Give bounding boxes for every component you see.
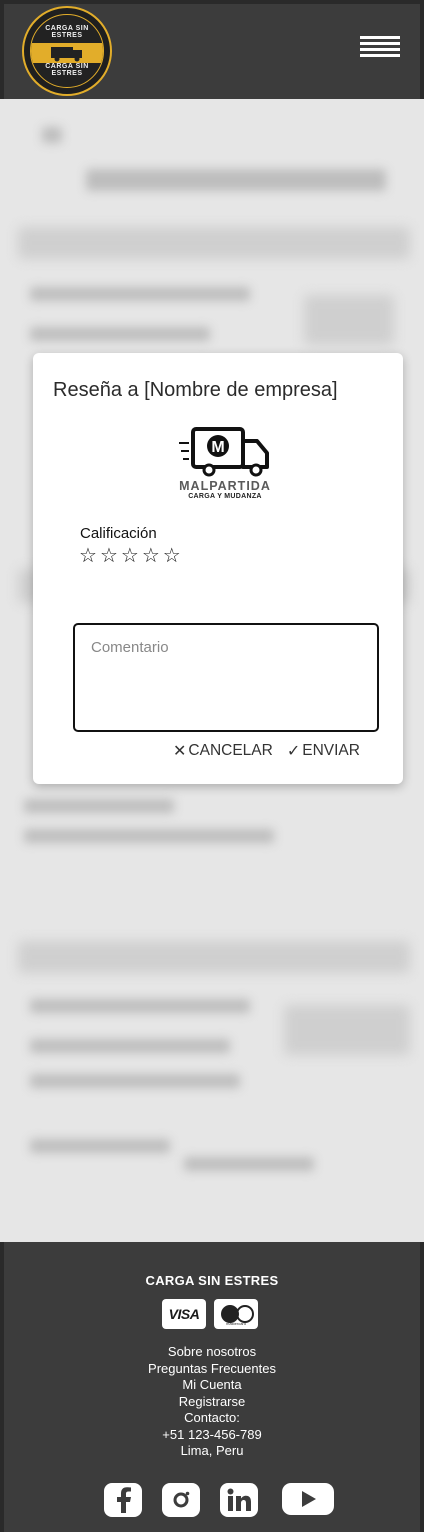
footer-link-register[interactable]: Registrarse <box>4 1394 420 1411</box>
svg-text:M: M <box>211 439 224 456</box>
page-footer: CARGA SIN ESTRES VISA mastercard Sobre n… <box>0 1242 424 1532</box>
instagram-icon[interactable] <box>162 1483 200 1517</box>
footer-links: Sobre nosotros Preguntas Frecuentes Mi C… <box>4 1344 420 1460</box>
contact-phone: +51 123-456-789 <box>162 1426 262 1442</box>
comment-input[interactable] <box>73 623 379 732</box>
star-icon[interactable]: ☆ <box>163 546 181 566</box>
logo-bottom-text: CARGA SIN ESTRES <box>45 63 89 77</box>
brand-subtitle: CARGA Y MUDANZA <box>188 493 262 500</box>
send-button[interactable]: ✓ ENVIAR <box>287 741 360 761</box>
blur-shape <box>24 829 274 843</box>
send-label: ENVIAR <box>302 742 360 759</box>
blur-shape <box>184 1157 314 1171</box>
blur-shape <box>30 1039 230 1053</box>
company-logo[interactable]: CARGA SIN ESTRES CARGA SIN ESTRES <box>22 6 112 96</box>
dialog-title: Reseña a [Nombre de empresa] <box>53 379 338 401</box>
contact-label: Contacto: <box>184 1410 240 1425</box>
moving-truck-icon: M <box>179 427 269 477</box>
blur-shape <box>284 1005 410 1055</box>
youtube-icon[interactable] <box>282 1483 334 1515</box>
footer-link-faq[interactable]: Preguntas Frecuentes <box>4 1361 420 1378</box>
logo-top-text: CARGA SIN ESTRES <box>45 25 89 39</box>
social-links <box>104 1483 334 1517</box>
close-icon: ✕ <box>173 743 187 760</box>
blur-shape <box>30 1074 240 1088</box>
visa-label: VISA <box>168 1306 200 1322</box>
footer-link-about[interactable]: Sobre nosotros <box>4 1344 420 1361</box>
logo-badge: CARGA SIN ESTRES CARGA SIN ESTRES <box>30 14 104 88</box>
check-icon: ✓ <box>286 743 301 760</box>
blur-shape <box>30 287 250 301</box>
star-rating: ☆ ☆ ☆ ☆ ☆ <box>79 546 181 566</box>
dialog-actions: ✕ CANCELAR ✓ ENVIAR <box>173 741 360 761</box>
facebook-icon[interactable] <box>104 1483 142 1517</box>
cancel-button[interactable]: ✕ CANCELAR <box>173 741 273 761</box>
star-icon[interactable]: ☆ <box>142 546 160 566</box>
blur-shape <box>30 327 210 341</box>
logo-truck-band <box>31 43 103 63</box>
blur-shape <box>86 169 386 191</box>
star-icon[interactable]: ☆ <box>79 546 97 566</box>
blur-shape <box>24 799 174 813</box>
blur-shape <box>30 999 250 1013</box>
brand-name: MALPARTIDA <box>179 479 271 493</box>
contact-location: Lima, Peru <box>180 1443 244 1458</box>
blur-shape <box>304 295 394 345</box>
star-icon[interactable]: ☆ <box>121 546 139 566</box>
linkedin-icon[interactable] <box>220 1483 258 1517</box>
cancel-label: CANCELAR <box>188 742 273 759</box>
truck-icon <box>51 47 82 62</box>
blur-shape <box>18 227 410 259</box>
blur-shape <box>42 127 62 143</box>
mastercard-icon: mastercard <box>214 1299 258 1329</box>
review-dialog: Reseña a [Nombre de empresa] M MALPARTID… <box>33 353 403 784</box>
company-brand-logo: M MALPARTIDA CARGA Y MUDANZA <box>179 425 271 505</box>
star-icon[interactable]: ☆ <box>100 546 118 566</box>
payment-methods: VISA mastercard <box>162 1299 258 1329</box>
top-header: CARGA SIN ESTRES CARGA SIN ESTRES <box>0 0 424 99</box>
footer-link-account[interactable]: Mi Cuenta <box>4 1377 420 1394</box>
visa-card-icon: VISA <box>162 1299 206 1329</box>
footer-brand: CARGA SIN ESTRES <box>145 1273 279 1288</box>
mastercard-label: mastercard <box>225 1321 246 1326</box>
blur-shape <box>30 1139 170 1153</box>
menu-icon[interactable] <box>360 36 400 62</box>
blur-shape <box>18 941 410 973</box>
rating-label: Calificación <box>80 525 157 542</box>
